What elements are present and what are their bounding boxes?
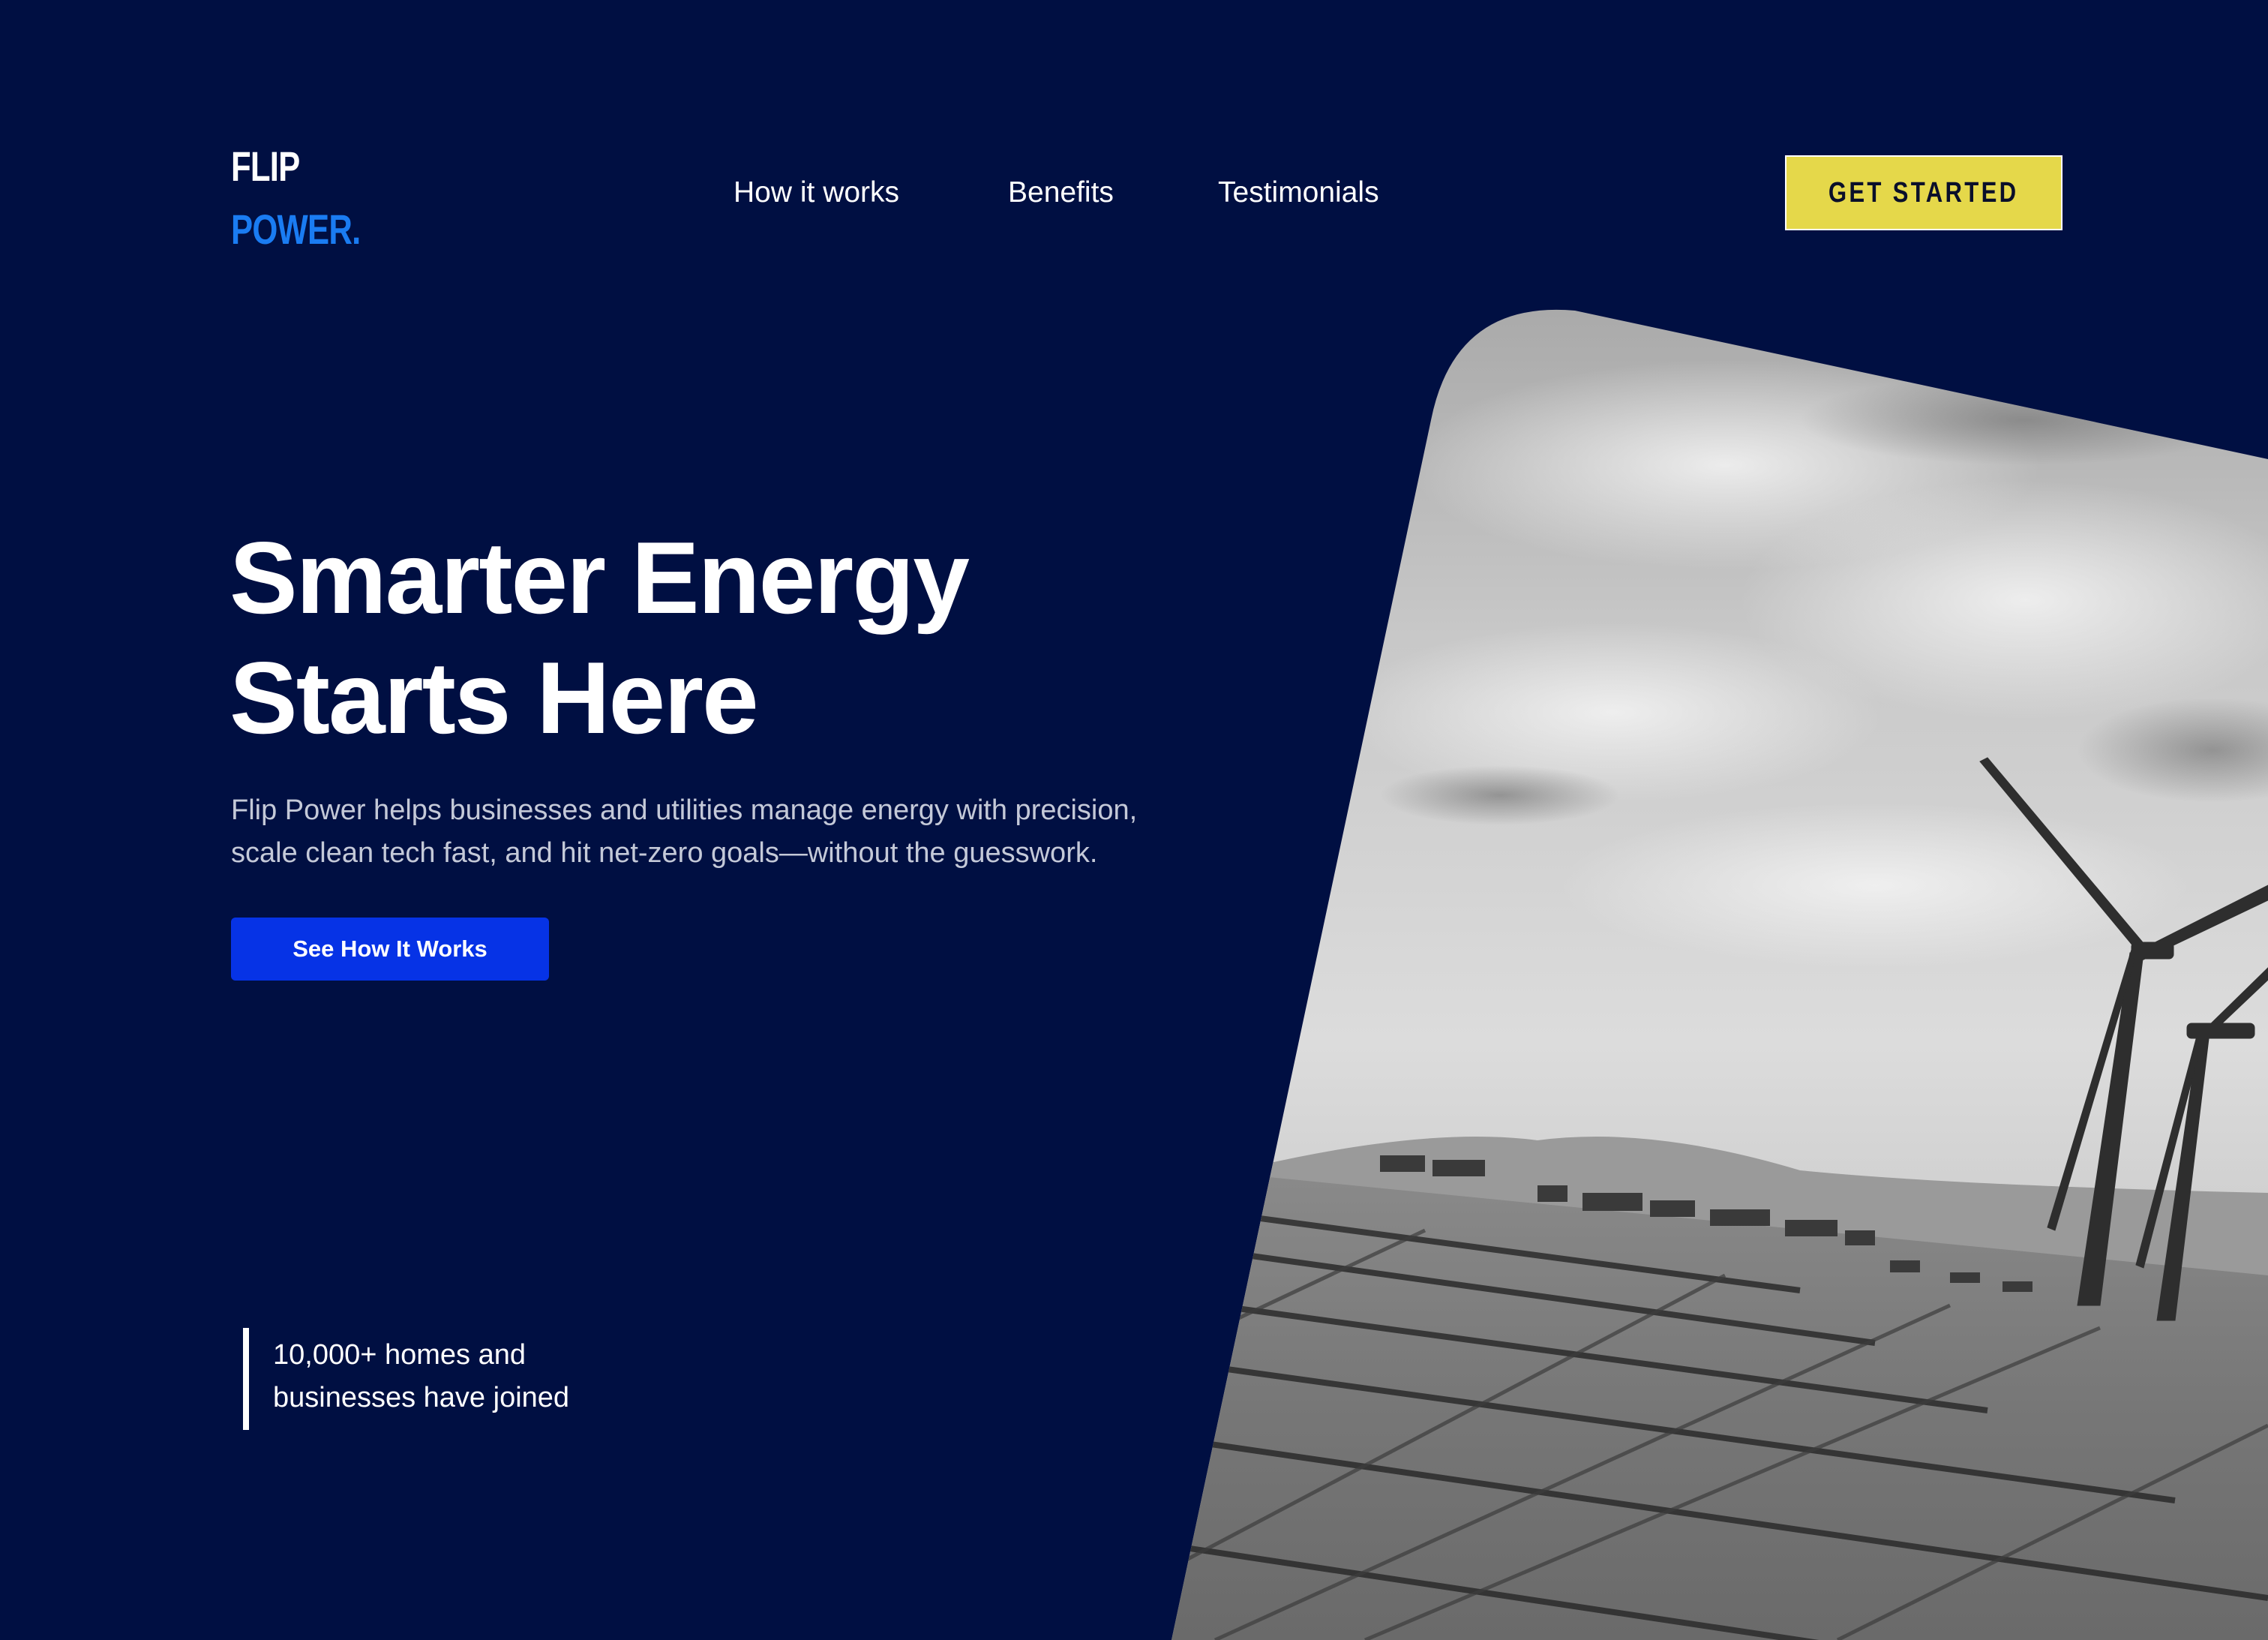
joined-stat-line1: 10,000+ homes and <box>273 1339 526 1371</box>
hero-headline-line2: Starts Here <box>230 641 759 755</box>
brand-logo-line1: FLIP <box>231 143 300 190</box>
hero-headline-line1: Smarter Energy <box>230 521 970 635</box>
nav-link-how-it-works[interactable]: How it works <box>734 174 899 212</box>
hero-subtitle-line2: scale clean tech fast, and hit net-zero … <box>231 837 1098 869</box>
hero-headline: Smarter Energy Starts Here <box>230 518 1280 758</box>
see-how-it-works-button[interactable]: See How It Works <box>231 918 549 981</box>
hero-subtitle-line1: Flip Power helps businesses and utilitie… <box>231 794 1138 826</box>
brand-logo[interactable]: FLIP POWER. <box>231 135 361 261</box>
nav-link-testimonials[interactable]: Testimonials <box>1218 174 1379 212</box>
brand-logo-line2: POWER. <box>231 206 361 253</box>
joined-stat-line2: businesses have joined <box>273 1382 570 1413</box>
get-started-button[interactable]: GET STARTED <box>1785 155 2062 230</box>
nav-link-benefits[interactable]: Benefits <box>1008 174 1114 212</box>
get-started-button-label: GET STARTED <box>1828 176 2019 209</box>
landing-page: FLIP POWER. How it works Benefits Testim… <box>0 0 2268 1640</box>
hero-subtitle: Flip Power helps businesses and utilitie… <box>231 789 1281 875</box>
joined-stat: 10,000+ homes and businesses have joined <box>243 1328 569 1430</box>
